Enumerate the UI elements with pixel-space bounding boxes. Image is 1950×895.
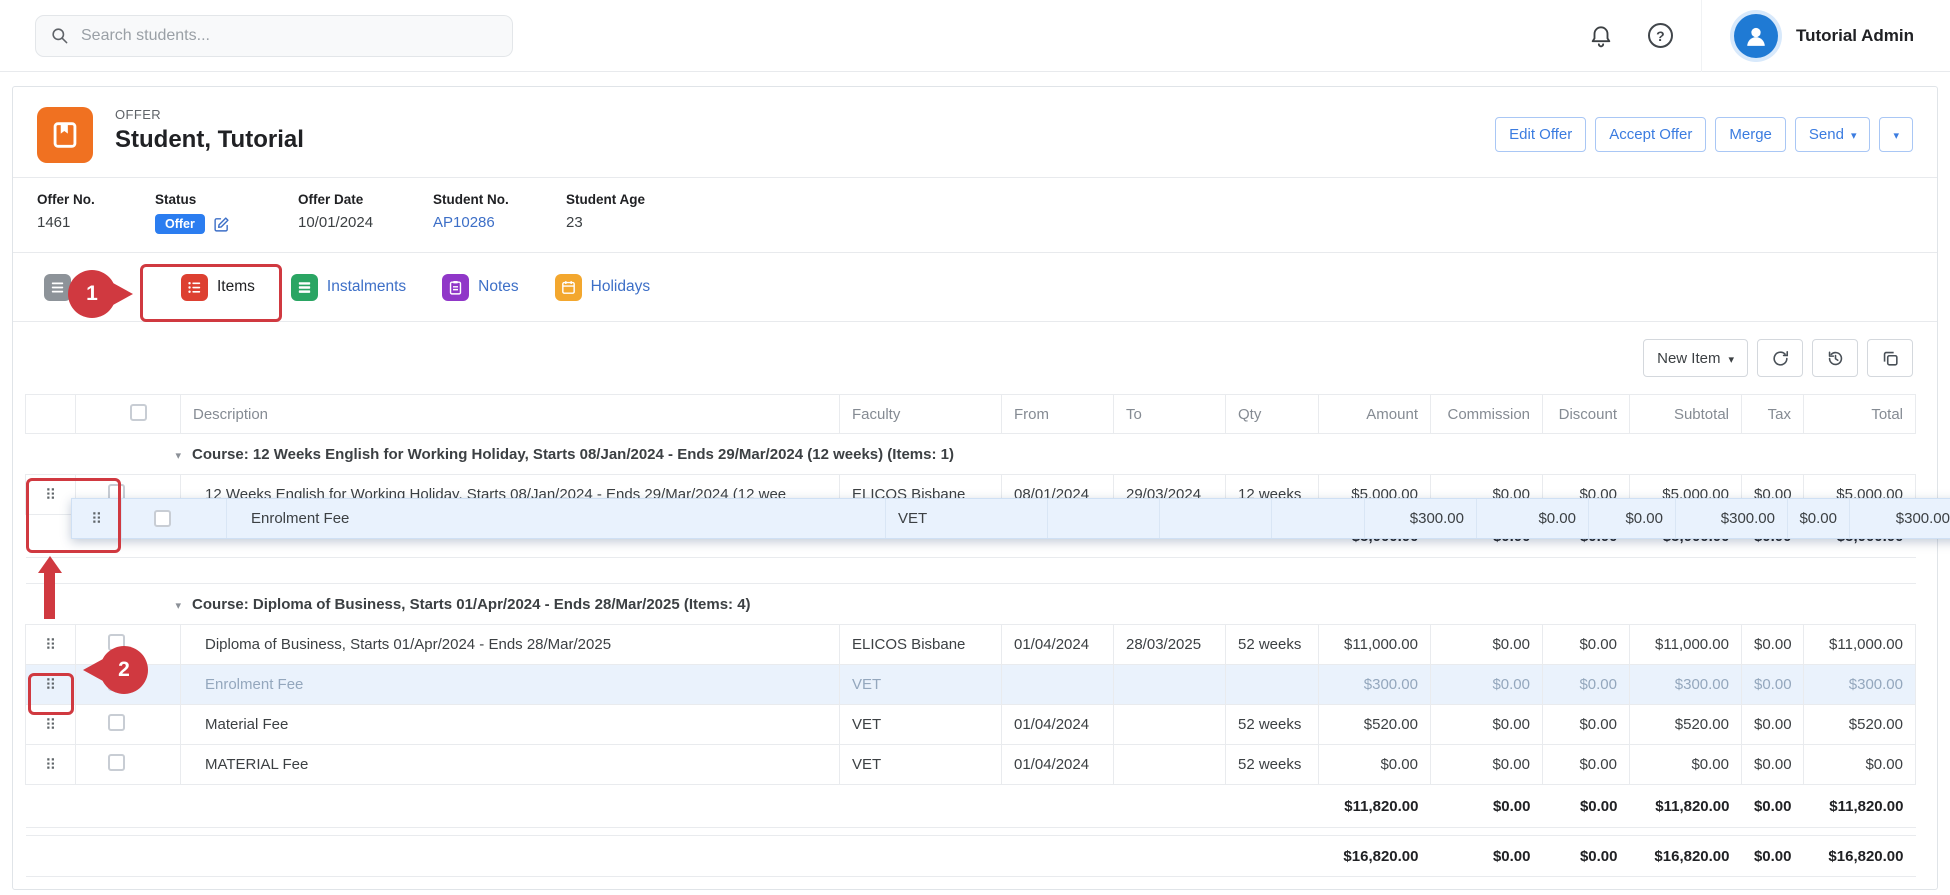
course-group-header-1: Course: 12 Weeks English for Working Hol…: [26, 434, 1916, 475]
items-toolbar: New Item: [37, 338, 1913, 378]
table-row-material-fee-2: MATERIAL Fee VET 01/04/2024 52 weeks $0.…: [26, 745, 1916, 785]
col-drag: [26, 395, 76, 434]
caret-down-icon: [1851, 126, 1857, 143]
student-no-link[interactable]: AP10286: [433, 214, 495, 231]
calendar-icon: [555, 274, 582, 301]
user-menu[interactable]: Tutorial Admin: [1730, 10, 1914, 62]
drag-handle[interactable]: [45, 676, 56, 694]
field-status: Status Offer: [155, 192, 298, 252]
avatar[interactable]: [1730, 10, 1782, 62]
field-offer-date: Offer Date 10/01/2024: [298, 192, 433, 252]
merge-button[interactable]: Merge: [1715, 117, 1786, 152]
collapse-caret-icon[interactable]: [176, 596, 182, 613]
send-button[interactable]: Send: [1795, 117, 1871, 152]
offer-panel: OFFER Student, Tutorial Edit Offer Accep…: [12, 86, 1938, 890]
select-all: [76, 395, 181, 434]
tab-bar: Items Instalments Notes Holidays: [13, 253, 1937, 322]
search-box[interactable]: [35, 15, 513, 57]
row-checkbox[interactable]: [154, 510, 171, 527]
tab-hidden[interactable]: [44, 274, 71, 301]
col-discount: Discount: [1543, 395, 1630, 434]
col-qty: Qty: [1226, 395, 1319, 434]
caret-down-icon: [1728, 350, 1734, 367]
search-icon: [50, 26, 69, 45]
col-total: Total: [1804, 395, 1916, 434]
group-subtotal-row-2: $11,820.00 $0.00 $0.00 $11,820.00 $0.00 …: [26, 785, 1916, 828]
more-actions-button[interactable]: [1879, 117, 1913, 152]
items-table-wrap: Description Faculty From To Qty Amount C…: [25, 394, 1914, 877]
list-icon: [181, 274, 208, 301]
status-badge: Offer: [155, 214, 205, 234]
field-offer-no: Offer No. 1461: [37, 192, 155, 252]
col-to: To: [1114, 395, 1226, 434]
drag-handle[interactable]: [45, 756, 56, 774]
new-item-button[interactable]: New Item: [1643, 339, 1748, 377]
clipboard-icon: [442, 274, 469, 301]
notifications-bell-icon[interactable]: [1588, 23, 1614, 49]
table-header-row: Description Faculty From To Qty Amount C…: [26, 395, 1916, 434]
search-input[interactable]: [79, 26, 498, 46]
row-checkbox[interactable]: [108, 714, 125, 731]
instalments-icon: [291, 274, 318, 301]
col-amount: Amount: [1319, 395, 1431, 434]
offer-info-row: Offer No. 1461 Status Offer Offer Date 1…: [13, 178, 1937, 253]
row-checkbox[interactable]: [108, 634, 125, 651]
caret-down-icon: [1893, 126, 1899, 143]
col-description: Description: [181, 395, 840, 434]
row-checkbox[interactable]: [108, 754, 125, 771]
user-icon: [1734, 14, 1778, 58]
col-faculty: Faculty: [840, 395, 1002, 434]
drag-handle[interactable]: [45, 486, 56, 504]
page-title: Student, Tutorial: [115, 126, 304, 154]
row-checkbox[interactable]: [108, 674, 125, 691]
col-tax: Tax: [1742, 395, 1804, 434]
drag-handle[interactable]: [45, 636, 56, 654]
table-row-material-fee: Material Fee VET 01/04/2024 52 weeks $52…: [26, 705, 1916, 745]
tab-holidays[interactable]: Holidays: [555, 274, 650, 301]
course-group-header-2: Course: Diploma of Business, Starts 01/A…: [26, 584, 1916, 625]
tab-instalments[interactable]: Instalments: [291, 274, 406, 301]
record-type-label: OFFER: [115, 107, 304, 122]
user-name: Tutorial Admin: [1796, 26, 1914, 46]
accept-offer-button[interactable]: Accept Offer: [1595, 117, 1706, 152]
col-subtotal: Subtotal: [1630, 395, 1742, 434]
dragged-row-enrolment-fee[interactable]: Enrolment Fee VET $300.00 $0.00 $0.00 $3…: [71, 498, 1950, 539]
drag-handle[interactable]: [45, 716, 56, 734]
copy-button[interactable]: [1867, 339, 1913, 377]
topbar: Tutorial Admin: [0, 0, 1950, 72]
field-student-no: Student No. AP10286: [433, 192, 566, 252]
collapse-caret-icon[interactable]: [176, 446, 182, 463]
topbar-divider: [1701, 0, 1702, 72]
edit-status-icon[interactable]: [213, 216, 230, 233]
table-row-course-2: Diploma of Business, Starts 01/Apr/2024 …: [26, 625, 1916, 665]
col-commission: Commission: [1431, 395, 1543, 434]
offer-icon: [37, 107, 93, 163]
total-spacer: [26, 828, 1916, 836]
tab-notes[interactable]: Notes: [442, 274, 519, 301]
items-table: Description Faculty From To Qty Amount C…: [25, 394, 1916, 877]
select-all-checkbox[interactable]: [130, 404, 147, 421]
offer-header: OFFER Student, Tutorial Edit Offer Accep…: [13, 87, 1937, 178]
grand-total-row: $16,820.00 $0.00 $0.00 $16,820.00 $0.00 …: [26, 836, 1916, 877]
tab-items[interactable]: Items: [181, 274, 255, 301]
edit-offer-button[interactable]: Edit Offer: [1495, 117, 1586, 152]
history-button[interactable]: [1812, 339, 1858, 377]
table-row-enrolment-fee: Enrolment Fee VET $300.00 $0.00 $0.00 $3…: [26, 665, 1916, 705]
refresh-button[interactable]: [1757, 339, 1803, 377]
help-icon[interactable]: [1648, 23, 1673, 48]
form-icon: [44, 274, 71, 301]
drag-handle[interactable]: [91, 510, 102, 528]
field-student-age: Student Age 23: [566, 192, 645, 252]
group-spacer: [26, 558, 1916, 584]
col-from: From: [1002, 395, 1114, 434]
